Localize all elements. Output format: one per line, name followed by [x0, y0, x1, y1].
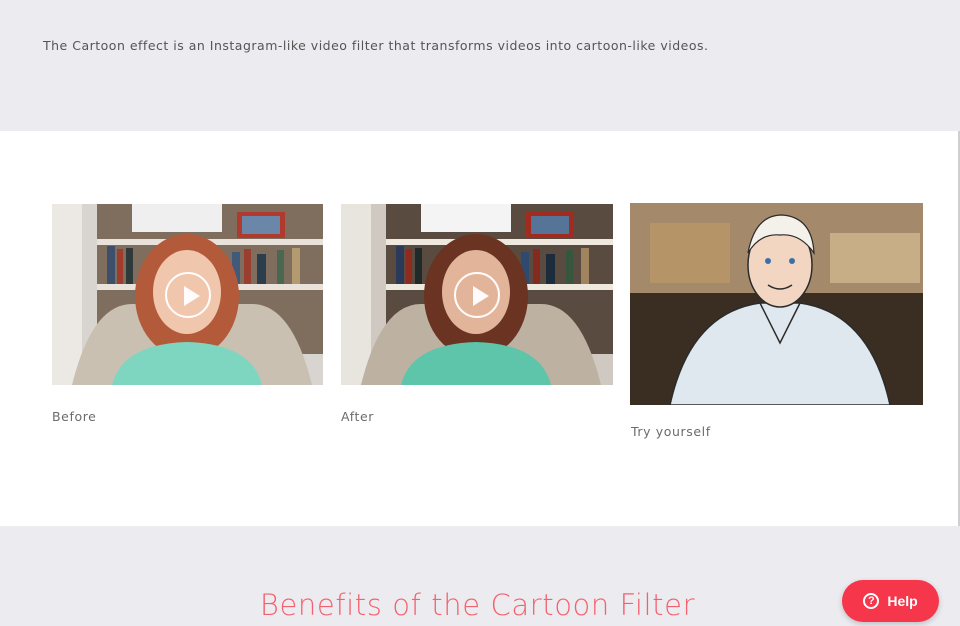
man-cartoon-image	[630, 203, 923, 405]
example-try-yourself	[630, 203, 923, 405]
example-before	[52, 204, 323, 385]
try-yourself-caption: Try yourself	[631, 424, 711, 439]
before-caption: Before	[52, 409, 97, 424]
help-button[interactable]: ? Help	[842, 580, 939, 622]
try-yourself-image[interactable]	[630, 203, 923, 405]
play-icon[interactable]	[454, 271, 500, 318]
question-icon: ?	[863, 593, 880, 609]
help-label: Help	[887, 593, 918, 609]
before-video-thumbnail[interactable]	[52, 204, 323, 385]
examples-panel: Before After Try yourself	[0, 131, 958, 526]
play-icon[interactable]	[164, 271, 211, 318]
intro-text: The Cartoon effect is an Instagram-like …	[43, 38, 709, 53]
example-after	[341, 204, 613, 385]
after-video-thumbnail[interactable]	[341, 204, 613, 385]
after-caption: After	[341, 409, 375, 424]
section-heading: Benefits of the Cartoon Filter	[259, 588, 696, 622]
